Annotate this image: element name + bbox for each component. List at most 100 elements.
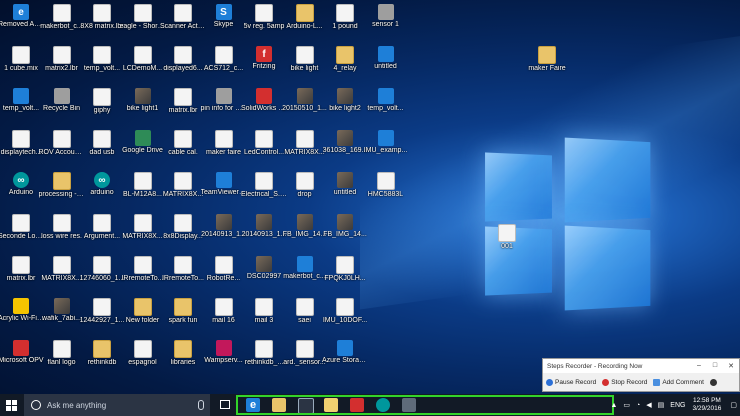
desktop-icon[interactable]: MATRIX8X... xyxy=(122,212,164,250)
desktop-icon[interactable]: Seconde Louxor xyxy=(0,212,44,250)
desktop-icon[interactable]: 20150510_1... xyxy=(282,86,327,124)
close-button[interactable]: ✕ xyxy=(723,362,739,370)
desktop-icon[interactable]: 12442927_1... xyxy=(80,296,124,334)
desktop-icon[interactable]: 8X8 matrix.lbr xyxy=(80,2,124,40)
desktop-icon[interactable]: makerbot_c... xyxy=(283,254,326,292)
desktop-icon[interactable]: Scanner Action... xyxy=(160,2,206,40)
network-icon[interactable]: ◔ xyxy=(636,402,640,409)
help-button[interactable] xyxy=(709,378,719,386)
desktop-icon[interactable]: matrix2.lbr xyxy=(41,44,83,82)
desktop-icon[interactable]: eagle - Shortcut xyxy=(120,2,166,40)
stop-record-button[interactable]: Stop Record xyxy=(602,378,647,386)
desktop-icon[interactable]: FPQKJ0LH... xyxy=(324,254,366,292)
desktop-icon[interactable]: Azure Storage... xyxy=(322,338,368,376)
desktop-icon[interactable]: bike light2 xyxy=(324,86,366,124)
search-box[interactable]: Ask me anything xyxy=(24,394,210,416)
desktop-icon[interactable]: LCDemoM... xyxy=(122,44,164,82)
desktop-icon[interactable]: temp_volt... xyxy=(0,86,42,124)
steps-recorder-window[interactable]: Steps Recorder - Recording Now – □ ✕ Pau… xyxy=(542,358,740,392)
desktop-icon[interactable]: 20140913_1... xyxy=(242,212,286,250)
battery-icon[interactable]: ▭ xyxy=(623,401,630,409)
desktop-icon[interactable]: mail 3 xyxy=(243,296,285,334)
desktop-icon[interactable]: Electrical_S... ROV - Shor... xyxy=(241,170,287,208)
desktop-icon[interactable]: Arduino-L... xyxy=(284,2,326,40)
desktop-icon[interactable]: ∞ Arduino xyxy=(0,170,42,208)
desktop-icon[interactable]: ACS712_c... xyxy=(203,44,245,82)
desktop-icon[interactable]: espagnol xyxy=(122,338,164,376)
desktop-icon[interactable]: New folder xyxy=(122,296,164,334)
desktop-icon[interactable]: e Removed Apps xyxy=(0,2,44,40)
desktop-icon[interactable]: pin info for my dot ... xyxy=(201,86,247,124)
desktop-icon[interactable]: untitled xyxy=(365,44,407,82)
desktop-icon[interactable]: wafik_7abi... xyxy=(41,296,83,334)
desktop-icon[interactable]: cable cal. xyxy=(162,128,204,166)
task-view-button[interactable] xyxy=(220,400,230,409)
desktop-icon[interactable]: spark fun xyxy=(162,296,204,334)
desktop-icon[interactable]: Acrylic Wi-Fi Professional xyxy=(0,296,44,334)
desktop-icon[interactable]: 1 pound xyxy=(324,2,366,40)
volume-icon[interactable]: ◀ xyxy=(646,401,651,409)
desktop-icon[interactable]: HMC5883L xyxy=(365,170,407,208)
desktop-icon[interactable]: Google Drive xyxy=(122,128,164,166)
desktop-icon[interactable]: f Fritzing xyxy=(243,44,285,82)
desktop-icon[interactable]: libraries xyxy=(162,338,204,376)
desktop-icon[interactable]: 1 cube.mix xyxy=(0,44,42,82)
desktop-icon[interactable]: RobotRe... xyxy=(203,254,245,292)
desktop-icon[interactable]: bike light1 xyxy=(122,86,164,124)
desktop-icon-001[interactable]: 001 xyxy=(486,222,528,260)
desktop-icon[interactable]: 12746060_1... xyxy=(80,254,124,292)
language-indicator[interactable]: ENG xyxy=(670,402,685,409)
desktop-icon[interactable]: ard._sensor... xyxy=(283,338,326,376)
desktop-icon[interactable]: BL-M12A8... xyxy=(122,170,164,208)
desktop-icon[interactable]: matrix.lbr xyxy=(162,86,204,124)
desktop-icon[interactable]: Wampserv... xyxy=(203,338,245,376)
microphone-icon[interactable] xyxy=(198,400,204,410)
desktop-icon[interactable]: SolidWorks 2014 x64 ... xyxy=(241,86,287,124)
clock[interactable]: 12:58 PM 3/29/2016 xyxy=(692,397,721,413)
add-comment-button[interactable]: Add Comment xyxy=(653,378,704,386)
desktop-icon[interactable]: matrix.lbr xyxy=(0,254,42,292)
desktop-icon[interactable]: 361038_169... xyxy=(323,128,367,166)
desktop-icon[interactable]: FB_IMG_14... xyxy=(283,212,326,250)
desktop-icon[interactable]: flanl logo xyxy=(41,338,83,376)
desktop-icon[interactable]: drop xyxy=(284,170,326,208)
desktop-icon[interactable]: temp_volt... xyxy=(365,86,407,124)
desktop-icon[interactable]: LedControl... xyxy=(243,128,285,166)
desktop-icon[interactable]: Argument... xyxy=(81,212,123,250)
pause-record-button[interactable]: Pause Record xyxy=(546,378,596,386)
desktop-icon[interactable]: FB_IMG_14... xyxy=(323,212,367,250)
desktop-icon[interactable]: IRremoteTo... xyxy=(121,254,164,292)
maximize-button[interactable]: □ xyxy=(707,362,723,370)
desktop-icon[interactable]: saei xyxy=(284,296,326,334)
desktop-icon[interactable]: 20140913_1... xyxy=(201,212,246,250)
desktop-icon[interactable]: rethinkdb xyxy=(81,338,123,376)
desktop-icon[interactable]: Recycle Bin xyxy=(41,86,83,124)
desktop-icon[interactable]: maker faire xyxy=(203,128,245,166)
desktop-icon[interactable]: IRremoteTo... xyxy=(162,254,204,292)
desktop-icon[interactable]: temp_volt... xyxy=(81,44,123,82)
desktop-icon-maker-faire[interactable]: maker Faire xyxy=(526,44,568,82)
desktop-icon[interactable]: MATRIX8X... xyxy=(284,128,326,166)
desktop-icon[interactable]: displaytech... xyxy=(0,128,42,166)
desktop-icon[interactable]: 4_relay xyxy=(324,44,366,82)
desktop-icon[interactable]: sensor 1 xyxy=(365,2,407,40)
desktop-icon[interactable]: TeamViewer 11 xyxy=(201,170,247,208)
desktop-icon[interactable]: dad usb xyxy=(81,128,123,166)
minimize-button[interactable]: – xyxy=(691,362,707,370)
desktop-icon[interactable]: displayed6... xyxy=(162,44,204,82)
desktop-icon[interactable]: rethinkdb_... xyxy=(243,338,285,376)
start-button[interactable] xyxy=(6,400,17,411)
desktop-icon[interactable]: bike light xyxy=(284,44,326,82)
notification-icon[interactable]: ▤ xyxy=(658,401,665,409)
action-center-icon[interactable]: ▢ xyxy=(730,401,737,409)
chevron-up-icon[interactable]: ▲ xyxy=(610,402,617,409)
desktop-icon[interactable]: ROV Account... xyxy=(39,128,85,166)
desktop-icon[interactable]: MATRIX8X... xyxy=(41,254,83,292)
desktop-icon[interactable]: loss wire res. xyxy=(41,212,83,250)
desktop-icon[interactable]: 5v reg. 5amp xyxy=(243,2,285,40)
desktop-icon[interactable]: processing - Shortcut xyxy=(39,170,85,208)
desktop-icon[interactable]: DSC02997 xyxy=(243,254,285,292)
desktop-icon[interactable]: Microsoft OPV xyxy=(0,338,44,376)
desktop-icon[interactable]: untitled xyxy=(324,170,366,208)
desktop-icon[interactable]: mail 16 xyxy=(203,296,245,334)
